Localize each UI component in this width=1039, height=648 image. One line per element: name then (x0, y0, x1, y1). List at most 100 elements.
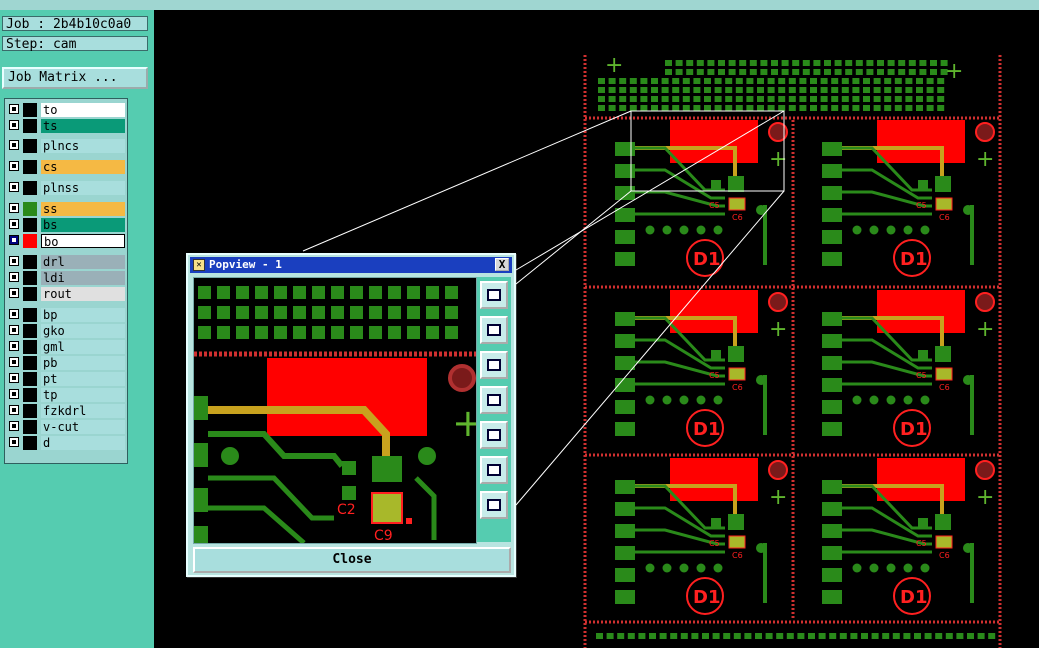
via (869, 395, 879, 405)
zoom-fit-button[interactable] (480, 281, 508, 309)
popview-title-bar[interactable]: ✕ Popview - 1 X (190, 257, 512, 273)
layer-row-v-cut[interactable]: v-cut (5, 420, 127, 434)
pad (834, 69, 842, 75)
layer-color-swatch[interactable] (23, 324, 37, 338)
layer-row-bo[interactable]: bo (5, 234, 127, 249)
connector-pad (822, 356, 842, 370)
pad (908, 69, 916, 75)
zoom-out-button[interactable] (480, 491, 508, 519)
layer-checkbox[interactable] (9, 405, 19, 415)
pan-up-button[interactable] (480, 316, 508, 344)
layer-color-swatch[interactable] (23, 119, 37, 133)
layer-color-swatch[interactable] (23, 340, 37, 354)
layer-row-gml[interactable]: gml (5, 340, 127, 354)
pad (802, 69, 810, 75)
layer-checkbox[interactable] (9, 421, 19, 431)
layer-checkbox[interactable] (9, 341, 19, 351)
layer-checkbox[interactable] (9, 389, 19, 399)
layer-row-tp[interactable]: tp (5, 388, 127, 402)
layer-color-swatch[interactable] (23, 202, 37, 216)
layer-row-ldi[interactable]: ldi (5, 271, 127, 285)
close-button[interactable]: Close (193, 547, 511, 573)
layer-row-ts[interactable]: ts (5, 119, 127, 133)
layer-row-ss[interactable]: ss (5, 202, 127, 216)
layer-checkbox[interactable] (9, 325, 19, 335)
popview-canvas[interactable]: + C2 C9 (193, 277, 477, 544)
layer-color-swatch[interactable] (23, 218, 37, 232)
layer-row-gko[interactable]: gko (5, 324, 127, 338)
fiducial-cross: + (976, 317, 994, 342)
layer-color-swatch[interactable] (23, 356, 37, 370)
pan-down-button[interactable] (480, 351, 508, 379)
layer-color-swatch[interactable] (23, 404, 37, 418)
layer-checkbox[interactable] (9, 373, 19, 383)
layer-checkbox[interactable] (9, 288, 19, 298)
layer-row-cs[interactable]: cs (5, 160, 127, 174)
pad (778, 87, 786, 93)
job-matrix-button[interactable]: Job Matrix ... (2, 67, 148, 89)
layer-color-swatch[interactable] (23, 287, 37, 301)
pad (735, 87, 743, 93)
layer-color-swatch[interactable] (23, 372, 37, 386)
layer-checkbox[interactable] (9, 104, 19, 114)
layer-color-swatch[interactable] (23, 388, 37, 402)
pad (331, 286, 344, 299)
pad (894, 87, 902, 93)
layer-checkbox[interactable] (9, 140, 19, 150)
layer-checkbox[interactable] (9, 256, 19, 266)
layer-color-swatch[interactable] (23, 139, 37, 153)
layer-row-bp[interactable]: bp (5, 308, 127, 322)
layer-checkbox[interactable] (9, 161, 19, 171)
layer-name: v-cut (41, 420, 125, 434)
pad (672, 96, 680, 102)
via (696, 563, 706, 573)
layer-checkbox[interactable] (9, 219, 19, 229)
layer-row-pt[interactable]: pt (5, 372, 127, 386)
layer-color-swatch[interactable] (23, 255, 37, 269)
pad (274, 286, 287, 299)
close-icon[interactable]: X (495, 258, 509, 271)
fiducial-cross: + (769, 485, 787, 510)
popview-window: ✕ Popview - 1 X + C2 C9 Close (186, 253, 516, 577)
layer-checkbox[interactable] (9, 309, 19, 319)
layer-color-swatch[interactable] (23, 308, 37, 322)
pad (882, 633, 890, 639)
layer-row-plncs[interactable]: plncs (5, 139, 127, 153)
layer-row-fzkdrl[interactable]: fzkdrl (5, 404, 127, 418)
layer-color-swatch[interactable] (23, 181, 37, 195)
zoomed-board-view[interactable]: + C2 C9 (194, 278, 476, 543)
pad (725, 105, 733, 111)
layer-row-bs[interactable]: bs (5, 218, 127, 232)
layer-checkbox[interactable] (9, 203, 19, 213)
pan-left-button[interactable] (480, 386, 508, 414)
pad (331, 306, 344, 319)
connector-pad (615, 142, 635, 156)
layer-color-swatch[interactable] (23, 436, 37, 450)
layer-row-drl[interactable]: drl (5, 255, 127, 269)
pad (799, 87, 807, 93)
layer-color-swatch[interactable] (23, 234, 37, 248)
layer-color-swatch[interactable] (23, 103, 37, 117)
layer-checkbox[interactable] (9, 272, 19, 282)
layer-row-plnss[interactable]: plnss (5, 181, 127, 195)
layer-checkbox[interactable] (9, 182, 19, 192)
layer-checkbox[interactable] (9, 235, 19, 245)
trace (970, 375, 974, 435)
layer-color-swatch[interactable] (23, 160, 37, 174)
layer-row-to[interactable]: to (5, 103, 127, 117)
layer-row-pb[interactable]: pb (5, 356, 127, 370)
connector-pad (615, 164, 635, 178)
layer-row-d[interactable]: d (5, 436, 127, 450)
pad (704, 78, 711, 84)
layer-color-swatch[interactable] (23, 420, 37, 434)
pad (767, 105, 775, 111)
zoom-in-button[interactable] (480, 456, 508, 484)
layer-checkbox[interactable] (9, 357, 19, 367)
layer-color-swatch[interactable] (23, 271, 37, 285)
layer-row-rout[interactable]: rout (5, 287, 127, 301)
layer-checkbox[interactable] (9, 120, 19, 130)
pad (894, 78, 902, 84)
pan-right-button[interactable] (480, 421, 508, 449)
layer-panel: Job : 2b4b10c0a0 Step: cam Job Matrix ..… (0, 10, 154, 648)
layer-checkbox[interactable] (9, 437, 19, 447)
